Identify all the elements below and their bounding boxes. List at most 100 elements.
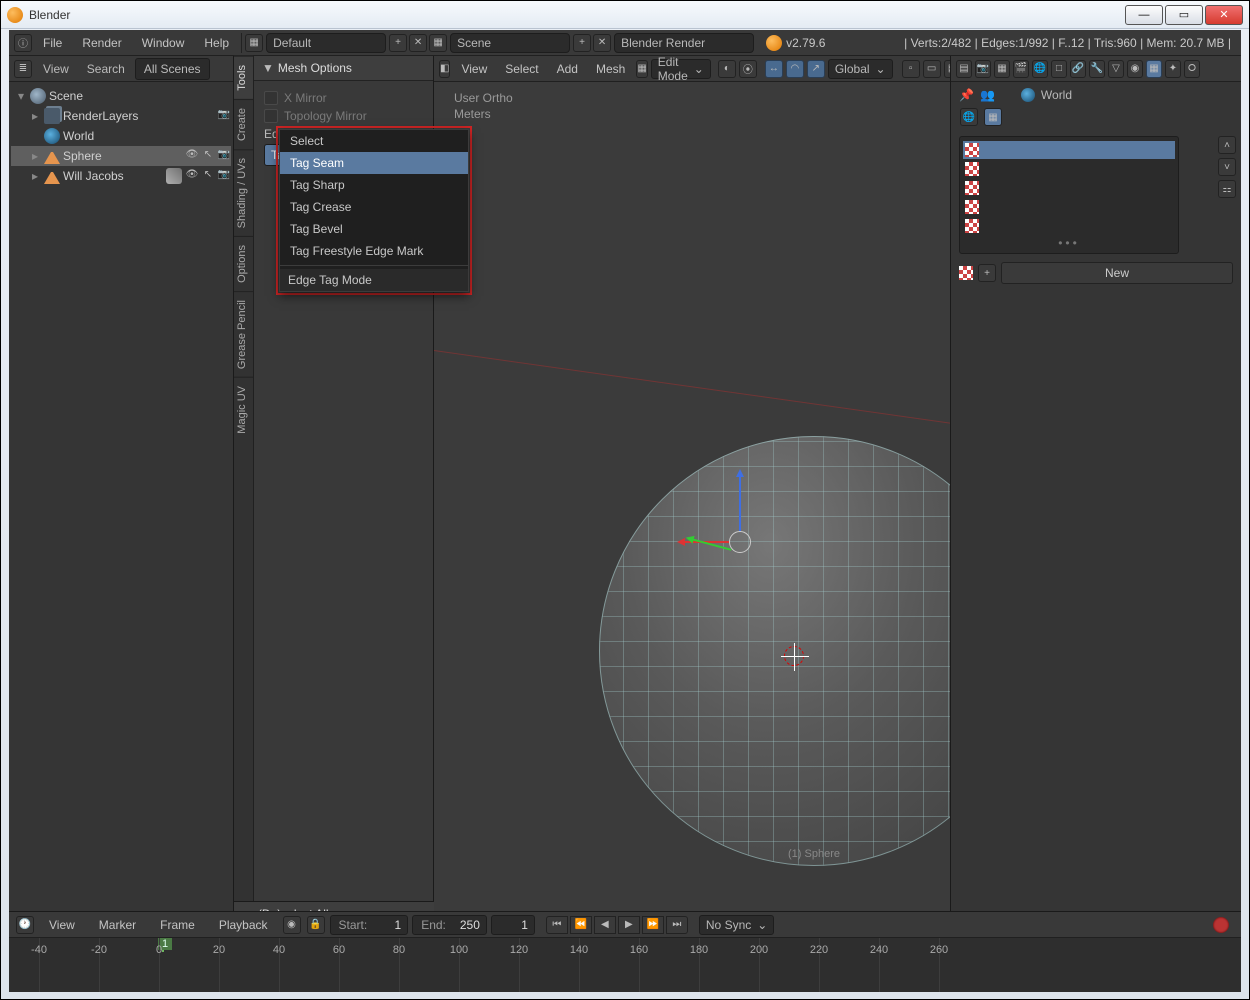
- context-modifiers-icon[interactable]: 🔧: [1089, 60, 1105, 78]
- screen-layout-icon[interactable]: ▦: [245, 34, 263, 52]
- tab-grease-pencil[interactable]: Grease Pencil: [234, 291, 253, 377]
- slot-move-down-icon[interactable]: ˅: [1218, 158, 1236, 176]
- popup-item-tag-crease[interactable]: Tag Crease: [280, 196, 468, 218]
- orientation-dropdown[interactable]: Global⌄: [828, 59, 893, 79]
- scene-dropdown[interactable]: Scene: [450, 33, 570, 53]
- layout-add-button[interactable]: +: [389, 34, 407, 52]
- view3d-menu-select[interactable]: Select: [497, 58, 546, 80]
- texture-type-world-icon[interactable]: 🌐: [960, 108, 978, 126]
- context-scene-icon[interactable]: 🎬: [1013, 60, 1029, 78]
- context-world-icon[interactable]: 🌐: [1032, 60, 1048, 78]
- restrict-select-icon[interactable]: ↖: [201, 149, 215, 163]
- mode-dropdown[interactable]: Edit Mode⌄: [651, 59, 711, 79]
- context-data-icon[interactable]: ▽: [1108, 60, 1124, 78]
- manipulator-rotate-icon[interactable]: ◠: [786, 60, 804, 78]
- scene-icon[interactable]: ▦: [429, 34, 447, 52]
- frame-end-field[interactable]: End:250: [412, 915, 487, 935]
- topo-mirror-checkbox[interactable]: Topology Mirror: [264, 109, 423, 123]
- timeline-menu-view[interactable]: View: [39, 914, 85, 936]
- menu-window[interactable]: Window: [132, 32, 195, 54]
- select-mode-face-icon[interactable]: ▦: [944, 60, 951, 78]
- z-axis-arrow[interactable]: [739, 471, 741, 531]
- context-material-icon[interactable]: ◉: [1127, 60, 1143, 78]
- view3d-type-icon[interactable]: ◧: [439, 60, 450, 78]
- manipulator-translate-icon[interactable]: ↔: [765, 60, 783, 78]
- record-button[interactable]: [1213, 917, 1229, 933]
- texture-slot-3[interactable]: [963, 198, 1175, 216]
- texture-slot-0[interactable]: [963, 141, 1175, 159]
- menu-help[interactable]: Help: [194, 32, 239, 54]
- engine-dropdown[interactable]: Blender Render: [614, 33, 754, 53]
- context-constraints-icon[interactable]: 🔗: [1070, 60, 1086, 78]
- popup-item-select[interactable]: Select: [280, 130, 468, 152]
- pin-icon[interactable]: 📌: [959, 88, 974, 102]
- outliner-menu-search[interactable]: Search: [79, 59, 133, 79]
- 3d-viewport[interactable]: ◧ View Select Add Mesh ▦ Edit Mode⌄ ◐ ⦿ …: [434, 56, 951, 991]
- context-renderlayers-icon[interactable]: ▦: [994, 60, 1010, 78]
- texture-new-button[interactable]: New: [1001, 262, 1233, 284]
- texture-slot-list[interactable]: •••: [959, 136, 1179, 254]
- auto-keyframe-icon[interactable]: ◉: [283, 916, 301, 934]
- restrict-select-icon[interactable]: ↖: [201, 169, 215, 183]
- tree-item-world[interactable]: World: [11, 126, 231, 146]
- 3d-cursor[interactable]: [784, 646, 804, 666]
- texture-slot-1[interactable]: [963, 160, 1175, 178]
- mesh-options-header[interactable]: ▼Mesh Options: [254, 56, 433, 81]
- layout-remove-button[interactable]: ✕: [409, 34, 427, 52]
- window-maximize-button[interactable]: ▭: [1165, 5, 1203, 25]
- frame-start-field[interactable]: Start:1: [330, 915, 409, 935]
- select-mode-edge-icon[interactable]: ▭: [923, 60, 941, 78]
- popup-item-tag-seam[interactable]: Tag Seam: [280, 152, 468, 174]
- tree-item-sphere[interactable]: ▸ Sphere 👁↖📷: [11, 146, 231, 166]
- keyframe-next-icon[interactable]: ⏩: [642, 916, 664, 934]
- restrict-view-icon[interactable]: 👁: [185, 169, 199, 183]
- keyframe-prev-icon[interactable]: ⏪: [570, 916, 592, 934]
- texture-slot-2[interactable]: [963, 179, 1175, 197]
- pivot-icon[interactable]: ⦿: [739, 60, 757, 78]
- restrict-render-icon[interactable]: 📷: [217, 109, 231, 123]
- tree-item-renderlayers[interactable]: ▸ RenderLayers 📷: [11, 106, 231, 126]
- view3d-menu-add[interactable]: Add: [549, 58, 586, 80]
- context-texture-icon[interactable]: ▦: [1146, 60, 1162, 78]
- lock-icon[interactable]: 🔒: [307, 916, 325, 934]
- editor-type-icon[interactable]: ⓘ: [14, 34, 32, 52]
- users-icon[interactable]: 👥: [980, 88, 995, 102]
- outliner-type-icon[interactable]: ≣: [14, 60, 32, 78]
- menu-file[interactable]: File: [33, 32, 72, 54]
- shading-mode-icon[interactable]: ◐: [718, 60, 736, 78]
- popup-item-tag-bevel[interactable]: Tag Bevel: [280, 218, 468, 240]
- scene-add-button[interactable]: +: [573, 34, 591, 52]
- slot-menu-icon[interactable]: ⚏: [1218, 180, 1236, 198]
- menu-render[interactable]: Render: [72, 32, 131, 54]
- jump-end-icon[interactable]: ⏭: [666, 916, 688, 934]
- screen-layout-dropdown[interactable]: Default: [266, 33, 386, 53]
- select-mode-vertex-icon[interactable]: ▫: [902, 60, 920, 78]
- tab-options[interactable]: Options: [234, 236, 253, 291]
- timeline-menu-marker[interactable]: Marker: [89, 914, 146, 936]
- tree-scene-row[interactable]: ▾ Scene: [11, 86, 231, 106]
- play-reverse-icon[interactable]: ◀: [594, 916, 616, 934]
- 3d-manipulator[interactable]: [729, 531, 751, 553]
- tab-magic-uv[interactable]: Magic UV: [234, 377, 253, 442]
- timeline-menu-frame[interactable]: Frame: [150, 914, 205, 936]
- mode-icon[interactable]: ▦: [636, 60, 647, 78]
- popup-item-tag-sharp[interactable]: Tag Sharp: [280, 174, 468, 196]
- world-name[interactable]: World: [1041, 88, 1072, 102]
- view3d-menu-view[interactable]: View: [453, 58, 495, 80]
- timeline-playhead[interactable]: 1: [162, 938, 164, 952]
- tab-create[interactable]: Create: [234, 99, 253, 149]
- outliner-display-mode[interactable]: All Scenes: [135, 58, 210, 80]
- sync-dropdown[interactable]: No Sync⌄: [699, 915, 774, 935]
- popup-item-tag-freestyle[interactable]: Tag Freestyle Edge Mark: [280, 240, 468, 262]
- context-particles-icon[interactable]: ✦: [1165, 60, 1181, 78]
- view3d-menu-mesh[interactable]: Mesh: [588, 58, 633, 80]
- jump-start-icon[interactable]: ⏮: [546, 916, 568, 934]
- outliner-menu-view[interactable]: View: [35, 59, 77, 79]
- window-minimize-button[interactable]: —: [1125, 5, 1163, 25]
- texture-slot-4[interactable]: [963, 217, 1175, 235]
- manipulator-scale-icon[interactable]: ↗: [807, 60, 825, 78]
- timeline-menu-playback[interactable]: Playback: [209, 914, 278, 936]
- x-mirror-checkbox[interactable]: X Mirror: [264, 91, 423, 105]
- scene-remove-button[interactable]: ✕: [593, 34, 611, 52]
- sphere-mesh[interactable]: (1) Sphere: [599, 436, 951, 866]
